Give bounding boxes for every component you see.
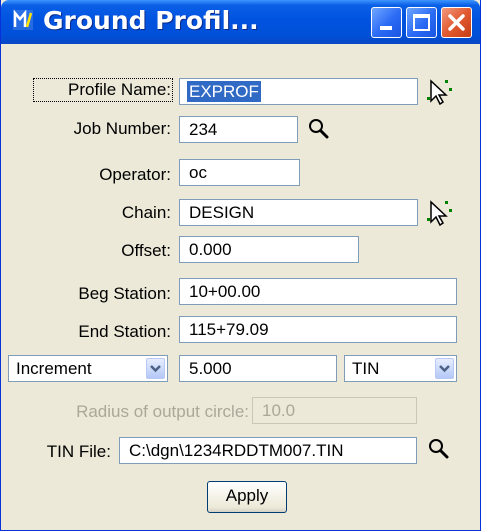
beg-station-label: Beg Station: <box>78 284 171 303</box>
profile-name-value: EXPROF <box>187 81 261 102</box>
app-icon <box>13 9 33 30</box>
offset-input[interactable]: 0.000 <box>179 236 359 263</box>
select-element-icon[interactable] <box>425 77 453 107</box>
profile-name-input[interactable]: EXPROF <box>179 78 418 105</box>
end-station-label: End Station: <box>78 322 171 341</box>
radius-input: 10.0 <box>252 397 417 424</box>
close-icon <box>448 14 465 31</box>
chain-label: Chain: <box>121 203 171 222</box>
dropdown-arrow[interactable] <box>146 358 165 379</box>
tin-file-input[interactable]: C:\dgn\1234RDDTM007.TIN <box>119 437 417 464</box>
tin-file-label: TIN File: <box>46 442 111 461</box>
operator-label: Operator: <box>99 165 171 184</box>
source-value: TIN <box>352 359 380 378</box>
dropdown-arrow[interactable] <box>435 358 454 379</box>
window-title: Ground Profil... <box>43 6 259 35</box>
minimize-icon <box>380 26 392 30</box>
ground-profile-dialog: Ground Profil... Profile Name: EXPROF Jo… <box>0 0 481 531</box>
offset-label: Offset: <box>121 241 171 260</box>
job-number-input[interactable]: 234 <box>179 116 298 143</box>
beg-station-input[interactable]: 10+00.00 <box>179 278 457 305</box>
operator-input[interactable]: oc <box>179 159 300 186</box>
increment-mode-value: Increment <box>16 359 92 378</box>
job-number-label: Job Number: <box>73 119 171 138</box>
source-dropdown[interactable]: TIN <box>344 355 457 382</box>
chevron-down-icon <box>439 365 450 373</box>
maximize-icon <box>413 14 430 31</box>
chevron-down-icon <box>150 365 161 373</box>
apply-button[interactable]: Apply <box>207 481 287 513</box>
search-icon[interactable] <box>307 117 331 141</box>
increment-input[interactable]: 5.000 <box>179 355 337 382</box>
radius-label: Radius of output circle: <box>76 402 249 421</box>
minimize-button[interactable] <box>371 7 402 38</box>
increment-mode-dropdown[interactable]: Increment <box>8 355 168 382</box>
title-bar[interactable]: Ground Profil... <box>1 0 480 44</box>
search-icon[interactable] <box>427 437 451 461</box>
maximize-button[interactable] <box>406 7 437 38</box>
profile-name-label: Profile Name: <box>33 78 173 102</box>
end-station-input[interactable]: 115+79.09 <box>179 316 457 343</box>
select-element-icon[interactable] <box>425 198 453 228</box>
close-button[interactable] <box>441 7 472 38</box>
chain-input[interactable]: DESIGN <box>179 199 418 226</box>
